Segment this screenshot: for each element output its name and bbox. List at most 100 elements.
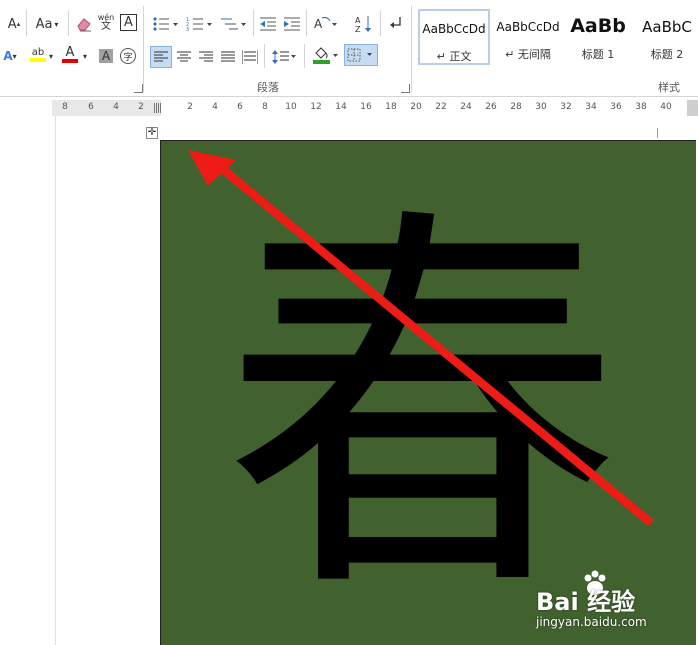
ruler-number: 2 — [138, 102, 144, 112]
horizontal-ruler[interactable]: 8 6 4 2 2 4 6 8 10 12 14 16 18 20 22 24 … — [52, 100, 698, 116]
ruler-number: 14 — [335, 102, 347, 112]
paragraph-group-label: 段落 — [257, 81, 279, 94]
style-sample-heading-2: AaBbC — [642, 18, 692, 36]
return-arrow-icon — [390, 17, 401, 28]
line-spacing-icon — [272, 50, 296, 64]
highlight-color-button[interactable]: ab — [28, 44, 48, 64]
align-left-button[interactable] — [150, 46, 172, 68]
ribbon-separator — [143, 6, 144, 92]
margin-corner-mark — [657, 128, 658, 138]
distributed-icon — [242, 50, 258, 64]
font-color-swatch — [62, 58, 78, 63]
style-tile-heading-2[interactable]: AaBbC 标题 2 — [636, 9, 698, 65]
svg-text:Z: Z — [355, 25, 361, 33]
align-center-button[interactable] — [174, 47, 194, 67]
numbering-button[interactable]: 123 — [184, 14, 214, 34]
highlight-swatch — [30, 57, 46, 62]
distributed-button[interactable] — [240, 47, 260, 67]
style-tile-normal[interactable]: AaBbCcDd ↵ 正文 — [418, 9, 490, 65]
spring-character: 春 — [222, 177, 622, 642]
style-name-no-spacing: ↵ 无间隔 — [505, 48, 551, 61]
ruler-number: 2 — [187, 102, 193, 112]
baidu-watermark: Bai 经验 jingyan.baidu.com — [536, 568, 696, 640]
ribbon-separator — [380, 10, 381, 36]
style-tile-heading-1[interactable]: AaBb 标题 1 — [566, 9, 630, 65]
style-sample-heading-1: AaBb — [570, 15, 626, 37]
align-left-icon — [154, 51, 168, 62]
styles-group-label: 样式 — [658, 81, 680, 94]
align-right-icon — [199, 51, 213, 62]
font-color-label: A — [65, 44, 75, 60]
style-name-normal: ↵ 正文 — [436, 50, 472, 63]
ruler-number: 8 — [62, 102, 68, 112]
text-effects-button[interactable]: A ▾ — [0, 46, 20, 66]
ruler-number: 16 — [360, 102, 372, 112]
grow-font-button[interactable]: A ▴ — [4, 14, 24, 34]
character-shading-label: A — [98, 49, 114, 63]
ruler-number: 4 — [212, 102, 218, 112]
chinese-layout-button[interactable]: A — [312, 14, 340, 34]
clear-formatting-button[interactable] — [74, 14, 94, 34]
bullets-icon — [153, 17, 178, 31]
enclose-characters-button[interactable]: 字 — [118, 46, 138, 66]
ruler-number: 12 — [310, 102, 322, 112]
justify-button[interactable] — [218, 47, 238, 67]
ribbon-separator — [306, 10, 307, 36]
character-border-label: A — [124, 15, 133, 30]
increase-indent-button[interactable] — [282, 14, 302, 34]
ruler-number: 34 — [585, 102, 597, 112]
ribbon-separator — [264, 44, 265, 68]
borders-icon — [347, 48, 372, 62]
change-case-button[interactable]: Aa ▾ — [32, 14, 62, 34]
highlight-dropdown[interactable]: ▾ — [46, 46, 56, 66]
ruler-number: 22 — [435, 102, 447, 112]
phonetic-guide-button[interactable]: wén 文 — [96, 12, 116, 32]
multilevel-list-button[interactable] — [218, 14, 248, 34]
align-right-button[interactable] — [196, 47, 216, 67]
move-handle-icon[interactable]: ✛ — [146, 127, 158, 139]
ruler-number: 10 — [285, 102, 297, 112]
grow-font-label: A — [7, 16, 17, 32]
watermark-url: jingyan.baidu.com — [536, 615, 647, 629]
ruler-number: 28 — [510, 102, 522, 112]
line-spacing-button[interactable] — [270, 47, 298, 67]
text-effects-label: A — [3, 49, 13, 63]
eraser-icon — [77, 18, 91, 32]
justify-icon — [221, 51, 235, 62]
style-tile-no-spacing[interactable]: AaBbCcDd ↵ 无间隔 — [492, 9, 564, 65]
indent-marker[interactable] — [154, 103, 161, 113]
ruler-number: 26 — [485, 102, 497, 112]
increase-indent-icon — [284, 17, 300, 31]
style-name-heading-1: 标题 1 — [581, 48, 615, 61]
paragraph-dialog-launcher[interactable] — [401, 84, 410, 93]
enclose-characters-label: 字 — [120, 48, 136, 64]
ribbon: A ▴ Aa ▾ wén 文 A A ▾ ab ▾ A ▾ A 字 123 A … — [0, 0, 698, 97]
font-color-dropdown[interactable]: ▾ — [80, 46, 90, 66]
left-margin-area — [0, 116, 56, 645]
paint-bucket-icon — [313, 47, 338, 64]
show-formatting-marks-button[interactable] — [386, 14, 406, 34]
shading-button[interactable] — [310, 46, 340, 66]
ruler-number: 24 — [460, 102, 472, 112]
ruler-number: 6 — [237, 102, 243, 112]
ruler-number: 30 — [535, 102, 547, 112]
align-center-icon — [177, 51, 191, 62]
character-border-button[interactable]: A — [120, 14, 137, 31]
ruler-number: 18 — [385, 102, 397, 112]
multilevel-list-icon — [221, 18, 246, 30]
borders-button[interactable] — [344, 44, 378, 66]
change-case-label: Aa — [35, 16, 53, 32]
font-dialog-launcher[interactable] — [134, 84, 143, 93]
sort-icon: AZ — [355, 16, 371, 33]
chinese-layout-icon: A — [314, 16, 337, 31]
font-color-button[interactable]: A — [60, 44, 80, 64]
ruler-right-margin — [687, 100, 698, 116]
bullets-button[interactable] — [150, 14, 180, 34]
decrease-indent-button[interactable] — [258, 14, 278, 34]
numbering-icon: 123 — [186, 17, 212, 32]
sort-button[interactable]: AZ — [354, 14, 374, 34]
ribbon-separator — [253, 10, 254, 36]
character-shading-button[interactable]: A — [96, 46, 116, 66]
ruler-number: 8 — [262, 102, 268, 112]
watermark-brand: Bai 经验 — [536, 588, 636, 616]
